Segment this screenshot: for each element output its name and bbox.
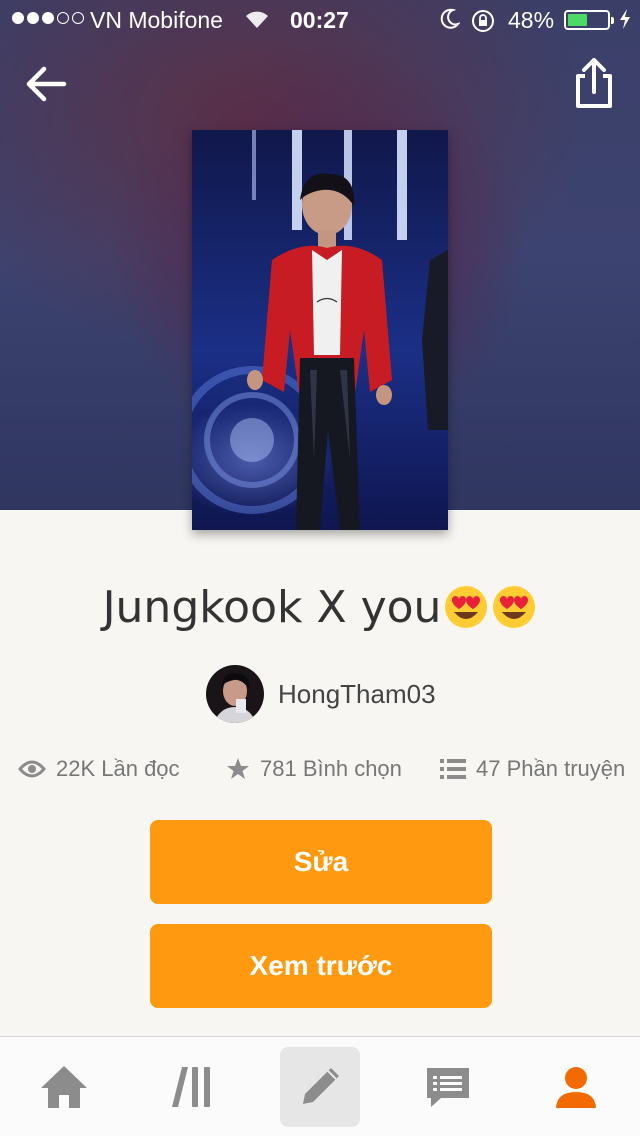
- reads-count: 22K Lần đọc: [56, 756, 180, 781]
- votes-stat: 781 Bình chọn: [226, 756, 402, 782]
- author-avatar[interactable]: [206, 665, 264, 723]
- preview-button[interactable]: Xem trước: [150, 924, 492, 1008]
- heart-eyes-emoji-icon: [491, 584, 537, 630]
- messages-icon: [427, 1068, 469, 1107]
- story-title-text: Jungkook X you: [102, 582, 442, 633]
- status-bar: VN Mobifone 00:27 48%: [0, 0, 640, 40]
- signal-strength-icon: [12, 12, 84, 24]
- author-name[interactable]: HongTham03: [278, 679, 436, 710]
- story-title: Jungkook X you: [0, 582, 640, 633]
- tab-write[interactable]: [280, 1047, 360, 1127]
- votes-count: 781 Bình chọn: [260, 756, 402, 781]
- bottom-tab-bar: [0, 1036, 640, 1136]
- heart-eyes-emoji-icon: [443, 584, 489, 630]
- eye-icon: [18, 760, 46, 778]
- reads-stat: 22K Lần đọc: [18, 756, 180, 782]
- battery-percent: 48%: [508, 7, 555, 33]
- write-icon: [303, 1068, 339, 1104]
- star-icon: [227, 758, 249, 779]
- charging-icon: [618, 8, 632, 36]
- edit-button[interactable]: Sửa: [150, 820, 492, 904]
- profile-icon: [556, 1067, 596, 1108]
- back-arrow-icon[interactable]: [22, 60, 70, 108]
- wifi-icon: [244, 8, 270, 36]
- story-stats: 22K Lần đọc 781 Bình chọn 47 Phần truyện: [0, 756, 640, 790]
- list-icon: [440, 759, 466, 779]
- battery-icon: [564, 10, 614, 30]
- tab-library[interactable]: [152, 1047, 232, 1127]
- author-row[interactable]: HongTham03: [206, 664, 436, 724]
- status-time: 00:27: [290, 7, 349, 33]
- tab-home[interactable]: [24, 1047, 104, 1127]
- parts-stat: 47 Phần truyện: [440, 756, 625, 782]
- parts-count: 47 Phần truyện: [476, 756, 626, 781]
- do-not-disturb-icon: [440, 8, 461, 36]
- library-icon: [172, 1067, 210, 1107]
- story-cover-image[interactable]: [192, 130, 448, 530]
- share-icon[interactable]: [572, 56, 616, 112]
- tab-messages[interactable]: [408, 1047, 488, 1127]
- carrier-name: VN Mobifone: [90, 7, 223, 33]
- tab-profile[interactable]: [536, 1047, 616, 1127]
- rotation-lock-icon: [470, 8, 496, 40]
- home-icon: [41, 1066, 87, 1108]
